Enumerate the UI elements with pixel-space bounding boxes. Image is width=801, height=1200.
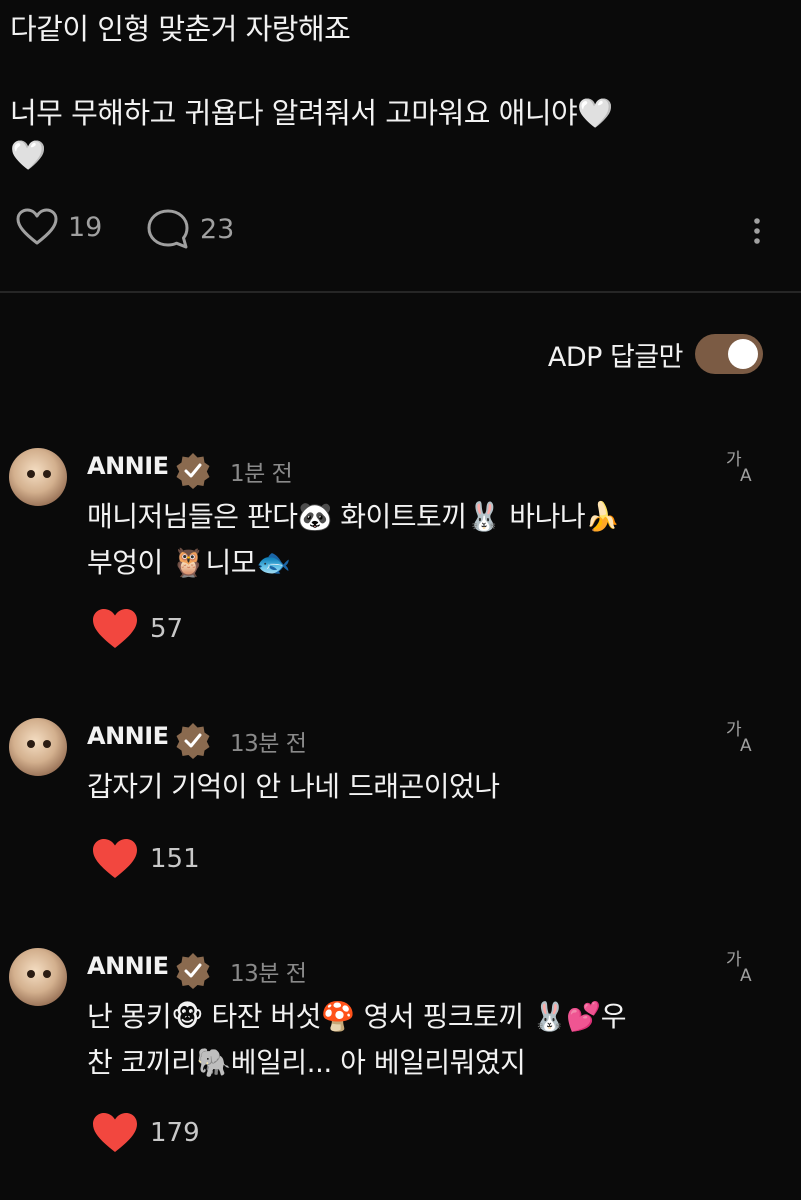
post-actions: 19 23 — [16, 208, 776, 254]
comment-text: 난 몽키🐵 타잔 버섯🍄 영서 핑크토끼 🐰💕우 찬 코끼리🐘베일리... 아 … — [87, 1000, 627, 1079]
comment-text: 매니저님들은 판다🐼 화이트토끼🐰 바나나🍌 부엉이 🦉니모🐟 — [87, 500, 620, 579]
translate-icon[interactable]: 가 A — [725, 718, 759, 754]
heart-filled-icon — [93, 609, 137, 648]
comment-time: 13분 전 — [230, 961, 307, 987]
post-like-count: 19 — [68, 211, 103, 243]
comment-time: 1분 전 — [230, 461, 293, 487]
comment-like-button[interactable]: 57 — [92, 608, 183, 650]
verified-badge-icon — [176, 453, 210, 489]
avatar[interactable] — [9, 448, 67, 506]
adp-filter: ADP 답글만 — [548, 334, 763, 374]
verified-badge-icon — [176, 723, 210, 759]
comment-username[interactable]: ANNIE — [87, 952, 169, 980]
comment-username[interactable]: ANNIE — [87, 722, 169, 750]
comment-time: 13분 전 — [230, 731, 307, 757]
post-comment-button[interactable]: 23 — [146, 208, 234, 250]
post-like-button[interactable]: 19 — [16, 208, 102, 246]
comment-like-count: 57 — [150, 614, 184, 644]
comment-like-button[interactable]: 151 — [92, 838, 200, 880]
avatar[interactable] — [9, 948, 67, 1006]
svg-text:A: A — [740, 966, 752, 984]
comment-like-button[interactable]: 179 — [92, 1112, 200, 1154]
adp-filter-label: ADP 답글만 — [547, 341, 684, 373]
comment-like-count: 179 — [150, 1118, 200, 1148]
toggle-knob — [728, 339, 758, 369]
translate-icon[interactable]: 가 A — [725, 948, 759, 984]
comment-username[interactable]: ANNIE — [87, 452, 169, 480]
more-vertical-icon — [754, 218, 760, 244]
avatar[interactable] — [9, 718, 67, 776]
heart-filled-icon — [93, 1113, 137, 1152]
comment-text: 갑자기 기억이 안 나네 드래곤이었나 — [87, 770, 500, 803]
comment-bubble-icon — [147, 209, 189, 249]
heart-filled-icon — [93, 839, 137, 878]
comment-like-count: 151 — [150, 844, 200, 874]
heart-outline-icon — [16, 208, 58, 245]
post-comment-count: 23 — [200, 213, 235, 245]
svg-text:A: A — [740, 466, 752, 484]
verified-badge-icon — [176, 953, 210, 989]
translate-icon[interactable]: 가 A — [725, 448, 759, 484]
adp-filter-toggle[interactable] — [695, 334, 763, 374]
post-text: 다같이 인형 맞춘거 자랑해죠 너무 무해하고 귀욥다 알려줘서 고마워요 애니… — [10, 12, 613, 172]
more-options-button[interactable] — [752, 210, 762, 250]
divider — [0, 291, 801, 293]
svg-text:A: A — [740, 736, 752, 754]
